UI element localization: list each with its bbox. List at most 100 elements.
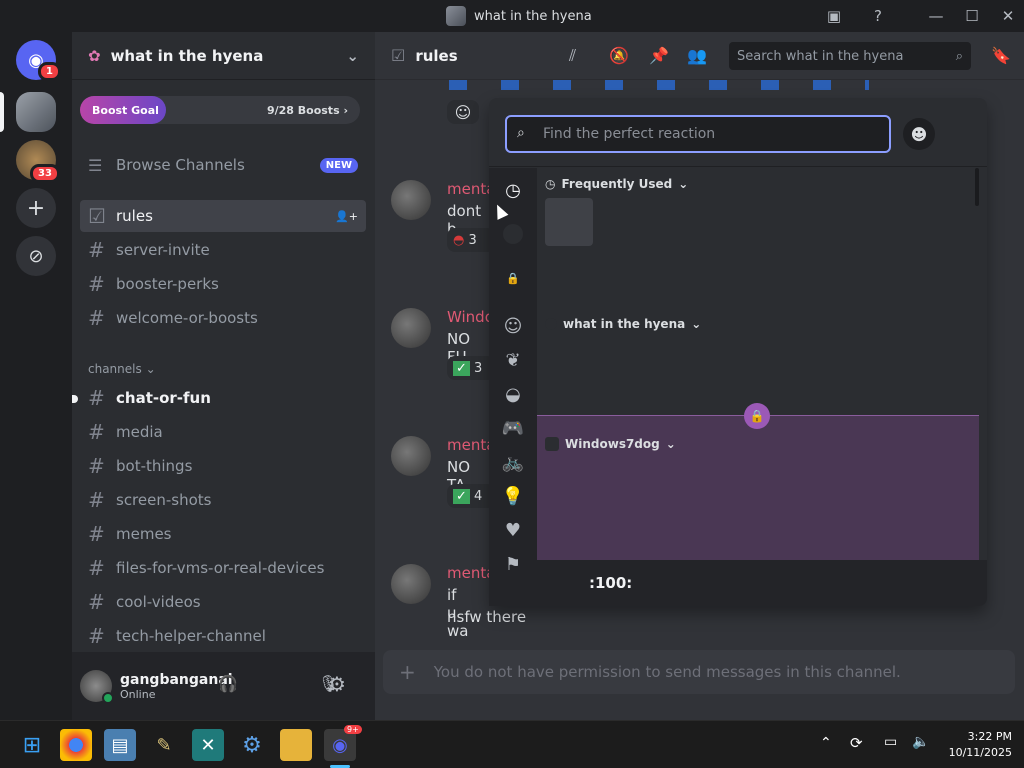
channel-media[interactable]: # media <box>80 416 366 448</box>
inbox-icon[interactable]: 🔖 <box>991 46 1011 65</box>
explore-icon[interactable]: ⊘ <box>16 236 56 276</box>
close-button[interactable]: ✕ <box>996 4 1020 28</box>
reaction-chip[interactable]: ✓ 3 <box>447 356 495 380</box>
channel-sidebar: ✿ what in the hyena ⌄ Boost Goal 9/28 Bo… <box>72 32 375 720</box>
add-reaction-button[interactable]: ☺ <box>447 100 479 124</box>
user-panel: gangbanganal Online 🎙 🎧 ⚙ <box>72 652 375 720</box>
chevron-down-icon: ⌄ <box>691 317 702 331</box>
channel-rules[interactable]: ☑ rules 👤+ <box>80 200 366 232</box>
search-input[interactable]: Search what in the hyena ⌕ <box>729 42 971 70</box>
display-icon[interactable]: ▭ <box>884 734 897 750</box>
remote-desktop-icon[interactable]: ▤ <box>104 729 136 761</box>
member-list-icon[interactable]: 👥 <box>687 46 707 65</box>
invite-icon[interactable]: 👤+ <box>335 210 358 223</box>
channel-booster-perks[interactable]: # booster-perks <box>80 268 366 300</box>
notifications-muted-icon[interactable]: 🔕 <box>609 46 629 65</box>
home-button[interactable]: ◉ 1 <box>16 40 61 81</box>
random-emoji-icon[interactable]: ☻ <box>903 118 935 150</box>
channel-bot-things[interactable]: # bot-things <box>80 450 366 482</box>
symbols-category-icon[interactable]: ♥ <box>501 518 525 542</box>
threads-icon[interactable]: ⫽ <box>569 46 576 66</box>
emoji-preview-bar: :100: <box>537 560 987 606</box>
channel-header: ☑ rules ⫽ 🔕 📌 👥 Search what in the hyena… <box>375 32 1024 80</box>
flags-category-icon[interactable]: ⚑ <box>501 552 525 576</box>
nature-category-icon[interactable]: ❦ <box>501 348 525 372</box>
settings-gear-icon[interactable]: ⚙ <box>328 672 346 696</box>
chevron-up-icon[interactable]: ⌃ <box>820 735 832 751</box>
section-title: Frequently Used <box>561 177 673 191</box>
reaction-search-input[interactable]: ⌕ Find the perfect reaction <box>505 115 891 153</box>
server-badge-icon: ✿ <box>88 46 101 65</box>
file-explorer-icon[interactable] <box>280 729 312 761</box>
section-frequently-used[interactable]: ◷ Frequently Used ⌄ <box>545 174 688 194</box>
server-what-in-the-hyena[interactable] <box>16 92 56 132</box>
selected-indicator <box>0 92 4 132</box>
channel-files-for-vms-or-real-devices[interactable]: # files-for-vms-or-real-devices <box>80 552 366 584</box>
reaction-chip[interactable]: ◓ 3 <box>447 228 495 252</box>
pin-icon[interactable]: 📌 <box>649 46 669 65</box>
message: menta NO TA ✓ 4 <box>391 436 495 508</box>
new-badge: NEW <box>319 157 358 173</box>
reaction-chip[interactable]: ✓ 4 <box>447 484 495 508</box>
start-button-icon[interactable]: ⊞ <box>16 729 48 761</box>
smiley-category-icon[interactable]: ☺ <box>501 314 525 338</box>
lock-icon[interactable]: 🔒 <box>501 266 525 290</box>
channel-server-invite[interactable]: # server-invite <box>80 234 366 266</box>
help-icon[interactable]: ? <box>866 4 890 28</box>
channel-label: chat-or-fun <box>116 389 211 407</box>
settings-app-icon[interactable]: ⚙ <box>236 729 268 761</box>
smile-icon: ☺ <box>454 102 472 122</box>
channel-memes[interactable]: # memes <box>80 518 366 550</box>
channel-label: memes <box>116 525 172 543</box>
message-avatar[interactable] <box>391 308 431 348</box>
activity-category-icon[interactable]: 🎮 <box>501 416 525 440</box>
travel-category-icon[interactable]: 🚲 <box>501 450 525 474</box>
picker-scrollbar[interactable] <box>975 168 979 206</box>
server-emoji-icon[interactable] <box>501 222 525 246</box>
channel-tech-helper-channel[interactable]: # tech-helper-channel <box>80 620 366 652</box>
channel-cool-videos[interactable]: # cool-videos <box>80 586 366 618</box>
paint-tool-icon[interactable]: ✎ <box>148 729 180 761</box>
section-server-emojis[interactable]: what in the hyena ⌄ <box>545 314 701 334</box>
discord-taskbar-icon[interactable]: ◉ 9+ <box>324 725 362 761</box>
minimize-button[interactable]: — <box>924 4 948 28</box>
channel-label: welcome-or-boosts <box>116 309 258 327</box>
food-category-icon[interactable]: ◒ <box>501 382 525 406</box>
channel-chat-or-fun[interactable]: # chat-or-fun <box>80 382 366 414</box>
composer-placeholder: You do not have permission to send messa… <box>433 663 901 681</box>
boost-goal-bar[interactable]: Boost Goal 9/28 Boosts › <box>80 96 360 124</box>
section-windows7dog[interactable]: Windows7dog ⌄ <box>545 434 676 454</box>
channel-screen-shots[interactable]: # screen-shots <box>80 484 366 516</box>
message-avatar[interactable] <box>391 436 431 476</box>
hash-icon: # <box>88 420 105 444</box>
nitro-lock-icon[interactable]: 🔒 <box>744 403 770 429</box>
message-avatar[interactable] <box>391 564 431 604</box>
avatar[interactable] <box>80 670 114 704</box>
message-author[interactable]: Windo <box>447 308 494 326</box>
plus-icon: + <box>399 660 416 684</box>
server-windows7dog[interactable]: 33 <box>16 140 60 183</box>
app-x-icon[interactable]: ✕ <box>192 729 224 761</box>
sync-icon[interactable]: ⟳ <box>850 734 863 752</box>
message-avatar[interactable] <box>391 180 431 220</box>
objects-category-icon[interactable]: 💡 <box>501 484 525 508</box>
clock[interactable]: 3:22 PM 10/11/2025 <box>940 729 1012 761</box>
browse-channels[interactable]: ☰ Browse Channels NEW <box>80 149 366 181</box>
add-server-icon[interactable]: + <box>16 188 56 228</box>
channel-welcome-or-boosts[interactable]: # welcome-or-boosts <box>80 302 366 334</box>
hash-icon: # <box>88 454 105 478</box>
headphones-icon[interactable]: 🎧 <box>218 674 238 693</box>
maximize-button[interactable]: ☐ <box>960 4 984 28</box>
user-info[interactable]: gangbanganal Online <box>120 672 233 701</box>
chevron-down-icon: ⌄ <box>678 177 689 191</box>
category-label: channels <box>88 362 142 376</box>
server-header[interactable]: ✿ what in the hyena ⌄ <box>72 32 375 80</box>
emoji-slot[interactable] <box>545 198 593 246</box>
server-section-icon <box>545 437 559 451</box>
clock-icon[interactable]: ◷ <box>501 178 525 202</box>
screen-share-icon[interactable]: ▣ <box>822 4 846 28</box>
chrome-icon[interactable] <box>60 729 92 761</box>
category-header[interactable]: channels ⌄ <box>88 362 156 376</box>
taskbar-badge: 9+ <box>344 725 362 734</box>
volume-icon[interactable]: 🔈 <box>912 734 929 750</box>
